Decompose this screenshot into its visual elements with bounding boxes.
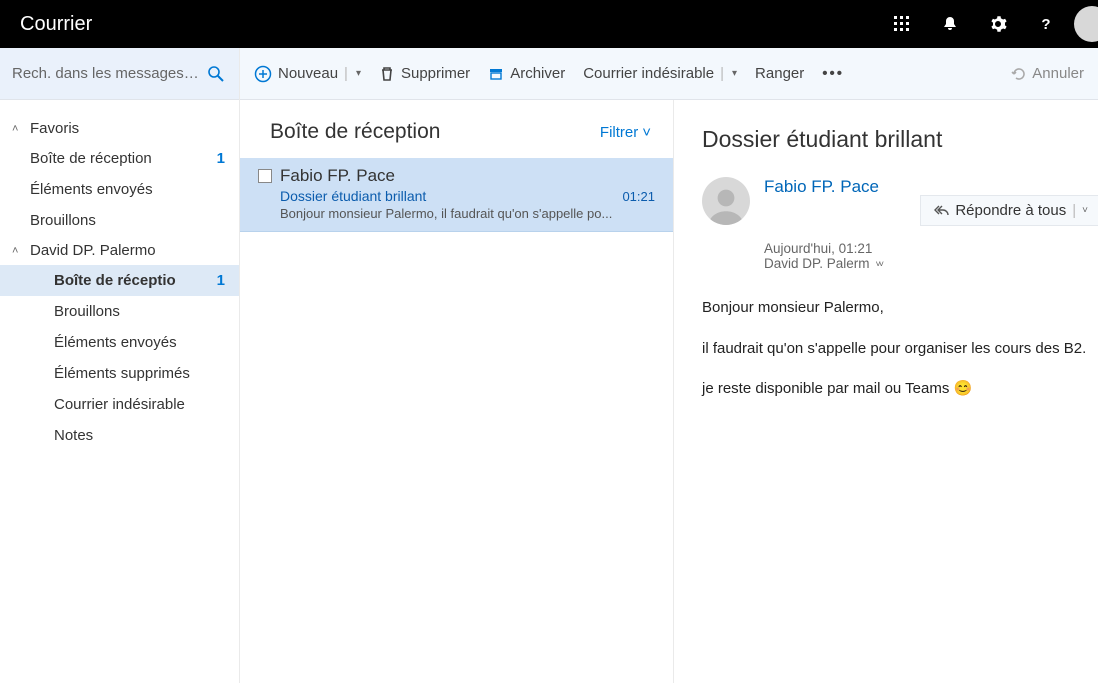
svg-text:?: ? — [1041, 16, 1050, 33]
folder-sent[interactable]: Éléments envoyés — [0, 327, 239, 358]
message-list: Boîte de réception Filtrer ˅ Fabio FP. P… — [240, 100, 674, 683]
folder-notes[interactable]: Notes — [0, 420, 239, 451]
favorites-header[interactable]: ˄ Favoris — [0, 114, 239, 143]
app-title: Courrier — [20, 13, 92, 36]
folder-junk[interactable]: Courrier indésirable — [0, 389, 239, 420]
reading-pane: Dossier étudiant brillant Fabio FP. Pace… — [674, 100, 1098, 683]
message-from: Fabio FP. Pace — [280, 166, 395, 186]
chevron-down-icon: ▾ — [732, 68, 737, 79]
header-actions: ? — [878, 0, 1098, 48]
reading-body: Bonjour monsieur Palermo, il faudrait qu… — [702, 297, 1098, 401]
reading-subject: Dossier étudiant brillant — [702, 126, 1098, 153]
reading-to[interactable]: David DP. Palerm ˅˅ — [764, 256, 1098, 271]
folder-deleted[interactable]: Éléments supprimés — [0, 358, 239, 389]
reply-all-button[interactable]: Répondre à tous | ˅ — [920, 195, 1098, 226]
junk-button[interactable]: Courrier indésirable |▾ — [583, 65, 737, 82]
notifications-icon[interactable] — [926, 0, 974, 48]
app-header: Courrier ? — [0, 0, 1098, 48]
folder-inbox[interactable]: Boîte de réceptio 1 — [0, 265, 239, 296]
chevron-up-icon: ˄ — [12, 123, 24, 135]
search-placeholder: Rech. dans les messages e... — [12, 65, 199, 82]
user-avatar[interactable] — [1074, 6, 1098, 42]
message-row[interactable]: Fabio FP. Pace Dossier étudiant brillant… — [240, 158, 673, 232]
message-subject: Dossier étudiant brillant — [280, 188, 426, 204]
message-preview: Bonjour monsieur Palermo, il faudrait qu… — [258, 206, 655, 221]
chevron-up-icon: ˄ — [12, 245, 24, 257]
more-button[interactable]: ••• — [822, 65, 844, 82]
folder-sent-fav[interactable]: Éléments envoyés — [0, 174, 239, 205]
delete-button[interactable]: Supprimer — [379, 65, 470, 82]
new-button[interactable]: Nouveau |▾ — [254, 65, 361, 83]
sender-avatar[interactable] — [702, 177, 750, 225]
chevron-down-icon: ˅ — [642, 124, 651, 141]
filter-button[interactable]: Filtrer ˅ — [600, 124, 651, 141]
action-toolbar: Nouveau |▾ Supprimer Archiver Courrier i… — [240, 48, 1098, 100]
chevron-down-icon: ˅ — [1082, 205, 1088, 216]
folder-inbox-fav[interactable]: Boîte de réception 1 — [0, 143, 239, 174]
app-launcher-icon[interactable] — [878, 0, 926, 48]
message-time: 01:21 — [622, 189, 655, 204]
sidebar: Rech. dans les messages e... ˄ Favoris B… — [0, 48, 240, 683]
list-title: Boîte de réception — [270, 120, 440, 144]
message-checkbox[interactable] — [258, 169, 272, 183]
archive-button[interactable]: Archiver — [488, 65, 565, 82]
folder-drafts[interactable]: Brouillons — [0, 296, 239, 327]
move-button[interactable]: Ranger — [755, 65, 804, 82]
undo-button[interactable]: Annuler — [1010, 65, 1084, 82]
folder-drafts-fav[interactable]: Brouillons — [0, 205, 239, 236]
account-header[interactable]: ˄ David DP. Palermo — [0, 236, 239, 265]
chevron-down-icon: ▾ — [356, 68, 361, 79]
reading-from[interactable]: Fabio FP. Pace — [764, 177, 879, 197]
settings-icon[interactable] — [974, 0, 1022, 48]
expand-recipients-icon[interactable]: ˅˅ — [876, 259, 883, 269]
search-icon[interactable] — [207, 65, 225, 83]
help-icon[interactable]: ? — [1022, 0, 1070, 48]
reading-timestamp: Aujourd'hui, 01:21 — [764, 241, 1098, 256]
search-box[interactable]: Rech. dans les messages e... — [0, 48, 239, 100]
